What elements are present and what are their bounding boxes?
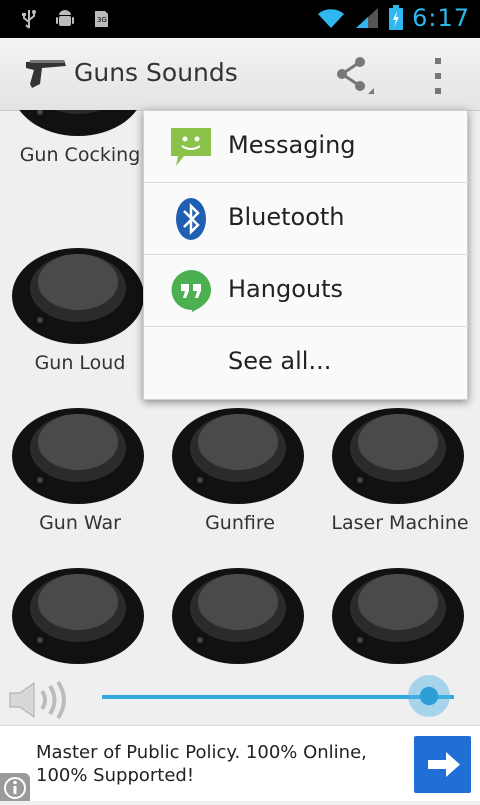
arrow-right-icon <box>428 752 460 777</box>
share-item-label: Messaging <box>228 131 356 159</box>
sound-button[interactable] <box>320 558 480 675</box>
wifi-icon <box>318 9 345 29</box>
ad-text[interactable]: Master of Public Policy. 100% Online, 10… <box>36 741 416 787</box>
sound-button[interactable]: Gunfire <box>160 398 320 558</box>
share-menu: Messaging Bluetooth Hangouts See all... <box>143 110 469 400</box>
share-item-bluetooth[interactable]: Bluetooth <box>144 183 469 255</box>
hangouts-icon <box>171 270 211 312</box>
sound-label: Gun War <box>39 512 121 534</box>
knob-icon <box>12 408 144 504</box>
sound-button[interactable]: Gun Loud <box>0 238 160 398</box>
ad-banner[interactable]: Master of Public Policy. 100% Online, 10… <box>0 725 480 801</box>
bluetooth-icon <box>176 198 206 240</box>
action-bar: Guns Sounds <box>0 38 480 111</box>
clock: 6:17 <box>412 4 470 32</box>
usb-icon <box>22 10 36 29</box>
messaging-icon <box>171 128 211 166</box>
ad-go-button[interactable] <box>414 736 471 793</box>
battery-icon <box>389 5 404 30</box>
sound-button[interactable]: Gun Cocking <box>0 110 160 190</box>
sound-label: Gun Cocking <box>19 144 141 166</box>
share-item-label: Hangouts <box>228 275 344 303</box>
knob-icon <box>172 408 304 504</box>
sound-button[interactable]: Gun War <box>0 398 160 558</box>
share-item-see-all[interactable]: See all... <box>144 327 469 399</box>
info-icon[interactable] <box>0 773 30 801</box>
sound-label: Gun Loud <box>34 352 126 374</box>
share-item-messaging[interactable]: Messaging <box>144 111 469 183</box>
knob-icon <box>12 248 144 344</box>
sound-button[interactable] <box>160 558 320 675</box>
sound-label: Gunfire <box>205 512 275 534</box>
sound-button[interactable]: Laser Machine <box>320 398 480 558</box>
share-icon[interactable] <box>332 54 374 96</box>
app-title: Guns Sounds <box>74 58 238 87</box>
volume-slider-track[interactable] <box>102 695 454 699</box>
knob-icon <box>12 568 144 664</box>
pistol-icon[interactable] <box>24 54 68 94</box>
knob-icon <box>332 568 464 664</box>
knob-icon <box>19 110 137 136</box>
overflow-menu-icon[interactable] <box>424 56 452 96</box>
see-all-label: See all... <box>228 347 332 375</box>
sound-label: Laser Machine <box>331 512 469 534</box>
volume-control <box>0 675 480 725</box>
sd-card-icon: 3G <box>95 11 108 27</box>
share-item-label: Bluetooth <box>228 203 345 231</box>
knob-icon <box>172 568 304 664</box>
signal-icon <box>356 8 379 28</box>
sound-button[interactable] <box>0 558 160 675</box>
status-bar: 3G 6:17 <box>0 0 480 38</box>
knob-icon <box>332 408 464 504</box>
volume-slider-thumb[interactable] <box>408 675 451 717</box>
svg-text:3G: 3G <box>97 16 107 24</box>
share-item-hangouts[interactable]: Hangouts <box>144 255 469 327</box>
android-icon <box>56 10 74 26</box>
speaker-icon <box>9 680 66 720</box>
